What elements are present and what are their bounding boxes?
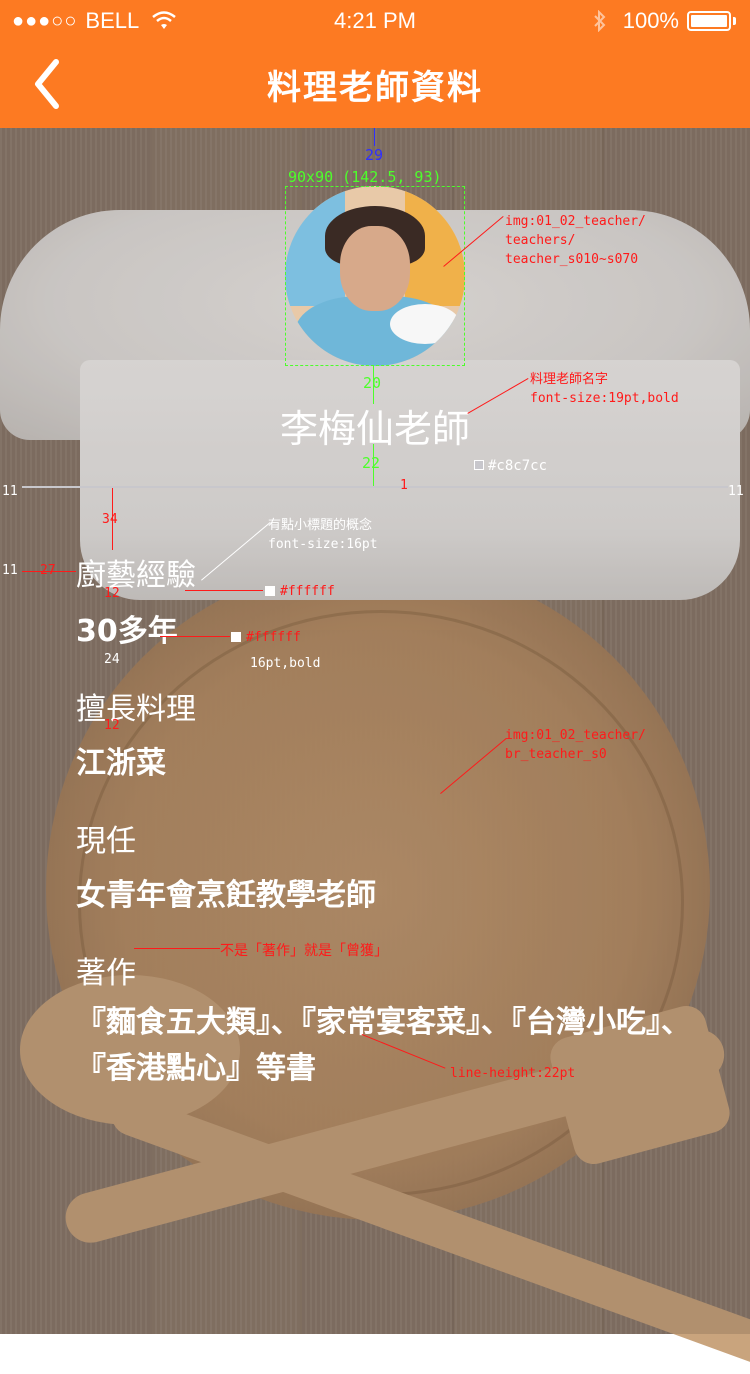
annotation-subtitle-note: 有點小標題的概念 font-size:16pt bbox=[268, 518, 378, 552]
status-right: 100% bbox=[593, 8, 736, 34]
status-bar: ●●●○○ BELL 4:21 PM 100% bbox=[0, 0, 750, 40]
label-current-position: 現任 bbox=[76, 824, 136, 859]
divider-line bbox=[22, 486, 728, 488]
annotation-value-color: #ffffff bbox=[246, 630, 301, 645]
page-title: 料理老師資料 bbox=[267, 68, 483, 108]
annotation-avatar-size: 90x90 (142.5, 93) bbox=[288, 168, 442, 186]
annotation-divider-one: 1 bbox=[400, 478, 408, 493]
battery-fill bbox=[691, 15, 727, 27]
annotation-line-top bbox=[374, 128, 375, 146]
annotation-bg-img: img:01_02_teacher/ br_teacher_s0 bbox=[505, 728, 646, 762]
label-experience: 廚藝經驗 bbox=[76, 558, 196, 593]
annotation-gap-name: 20 bbox=[363, 374, 382, 392]
annotation-gap-12b: 12 bbox=[104, 718, 120, 733]
value-specialty: 江浙菜 bbox=[76, 746, 166, 781]
battery-percent: 100% bbox=[622, 8, 679, 33]
annotation-left-11: 11 bbox=[2, 563, 18, 578]
value-current-position: 女青年會烹飪教學老師 bbox=[76, 878, 376, 913]
divider-color-swatch bbox=[474, 460, 484, 470]
value-color-swatch bbox=[231, 632, 241, 642]
nav-bar: 料理老師資料 bbox=[0, 40, 750, 128]
annotation-value-note: 16pt,bold bbox=[250, 656, 321, 671]
bluetooth-icon bbox=[594, 10, 606, 32]
annotation-arrow-value-color bbox=[160, 636, 230, 637]
annotation-spacing-top: 29 bbox=[365, 146, 384, 164]
annotation-arrow-works bbox=[134, 948, 220, 949]
annotation-right-inset: 11 bbox=[728, 484, 744, 499]
value-experience: 30多年 bbox=[76, 614, 178, 649]
battery-icon bbox=[687, 11, 731, 31]
annotation-gap-24: 24 bbox=[104, 652, 120, 667]
annotation-label-color: #ffffff bbox=[280, 584, 335, 599]
annotation-left-inset: 11 bbox=[2, 484, 18, 499]
annotation-gap-divider: 22 bbox=[362, 454, 381, 472]
annotation-gap-34: 34 bbox=[102, 512, 118, 527]
annotation-left-27: 27 bbox=[40, 563, 56, 578]
label-publications: 著作 bbox=[76, 956, 136, 991]
annotation-avatar-img: img:01_02_teacher/ teachers/ teacher_s01… bbox=[505, 214, 646, 267]
label-specialty: 擅長料理 bbox=[76, 692, 196, 727]
label-color-swatch bbox=[265, 586, 275, 596]
annotation-divider-color: #c8c7cc bbox=[488, 458, 548, 474]
annotation-name-note: 料理老師名字 font-size:19pt,bold bbox=[530, 372, 679, 406]
value-publications: 『麵食五大類』、『家常宴客菜』、『台灣小吃』、『香港點心』等書 bbox=[76, 1005, 691, 1086]
avatar-guide-box bbox=[285, 186, 465, 366]
annotation-gap-12a: 12 bbox=[104, 586, 120, 601]
annotation-works-note: 不是「著作」就是「曾獲」 bbox=[220, 943, 388, 959]
annotation-arrow-label-color bbox=[185, 590, 263, 591]
annotation-line-height: line-height:22pt bbox=[450, 1066, 576, 1081]
battery-tip bbox=[733, 17, 736, 25]
